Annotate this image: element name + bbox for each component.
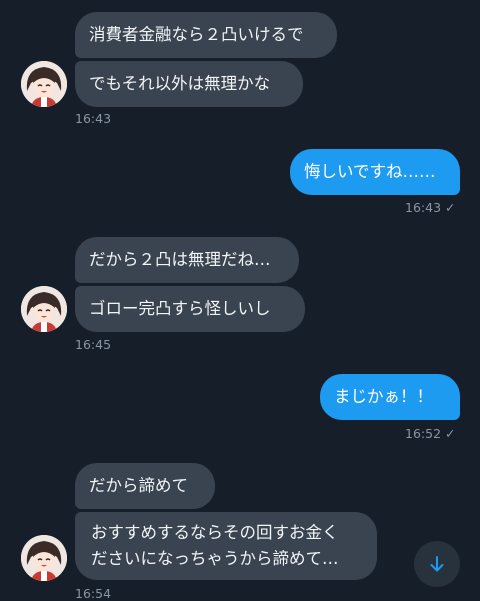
message-text-line: ださいになっちゃうから諦めて…: [91, 549, 339, 568]
check-icon: ✓: [445, 200, 456, 215]
timestamp: 16:45: [75, 337, 112, 352]
check-icon: ✓: [445, 426, 456, 441]
message-text: でもそれ以外は無理かな: [89, 74, 271, 93]
avatar-icon[interactable]: [21, 61, 67, 107]
message-bubble[interactable]: 悔しいですね……: [290, 149, 460, 195]
message-bubble[interactable]: まじかぁ！！: [320, 374, 460, 420]
scroll-to-bottom-button[interactable]: [414, 541, 460, 587]
timestamp: 16:43 ✓: [405, 200, 456, 215]
message-text-line: おすすめするならその回すお金く: [91, 523, 339, 542]
message-text: まじかぁ！！: [334, 387, 433, 406]
message-bubble[interactable]: だから２凸は無理だね…: [75, 237, 299, 283]
avatar-icon[interactable]: [21, 535, 67, 581]
time-text: 16:43: [405, 200, 442, 215]
timestamp: 16:54: [75, 586, 112, 601]
arrow-down-icon: [430, 556, 444, 572]
message-text: だから諦めて: [89, 476, 188, 495]
message-bubble[interactable]: ゴロー完凸すら怪しいし: [75, 286, 305, 332]
message-text: ゴロー完凸すら怪しいし: [89, 299, 271, 318]
message-text: 悔しいですね……: [304, 162, 436, 181]
message-bubble[interactable]: だから諦めて: [75, 463, 215, 509]
message-bubble[interactable]: でもそれ以外は無理かな: [75, 61, 303, 107]
message-bubble[interactable]: おすすめするならその回すお金く ださいになっちゃうから諦めて…: [75, 512, 377, 580]
message-bubble[interactable]: 消費者金融なら２凸いけるで: [75, 12, 337, 58]
timestamp: 16:52 ✓: [405, 426, 456, 441]
message-text: 消費者金融なら２凸いけるで: [89, 25, 304, 44]
message-text: だから２凸は無理だね…: [89, 250, 271, 269]
avatar-icon[interactable]: [21, 286, 67, 332]
timestamp: 16:43: [75, 111, 112, 126]
time-text: 16:52: [405, 426, 442, 441]
